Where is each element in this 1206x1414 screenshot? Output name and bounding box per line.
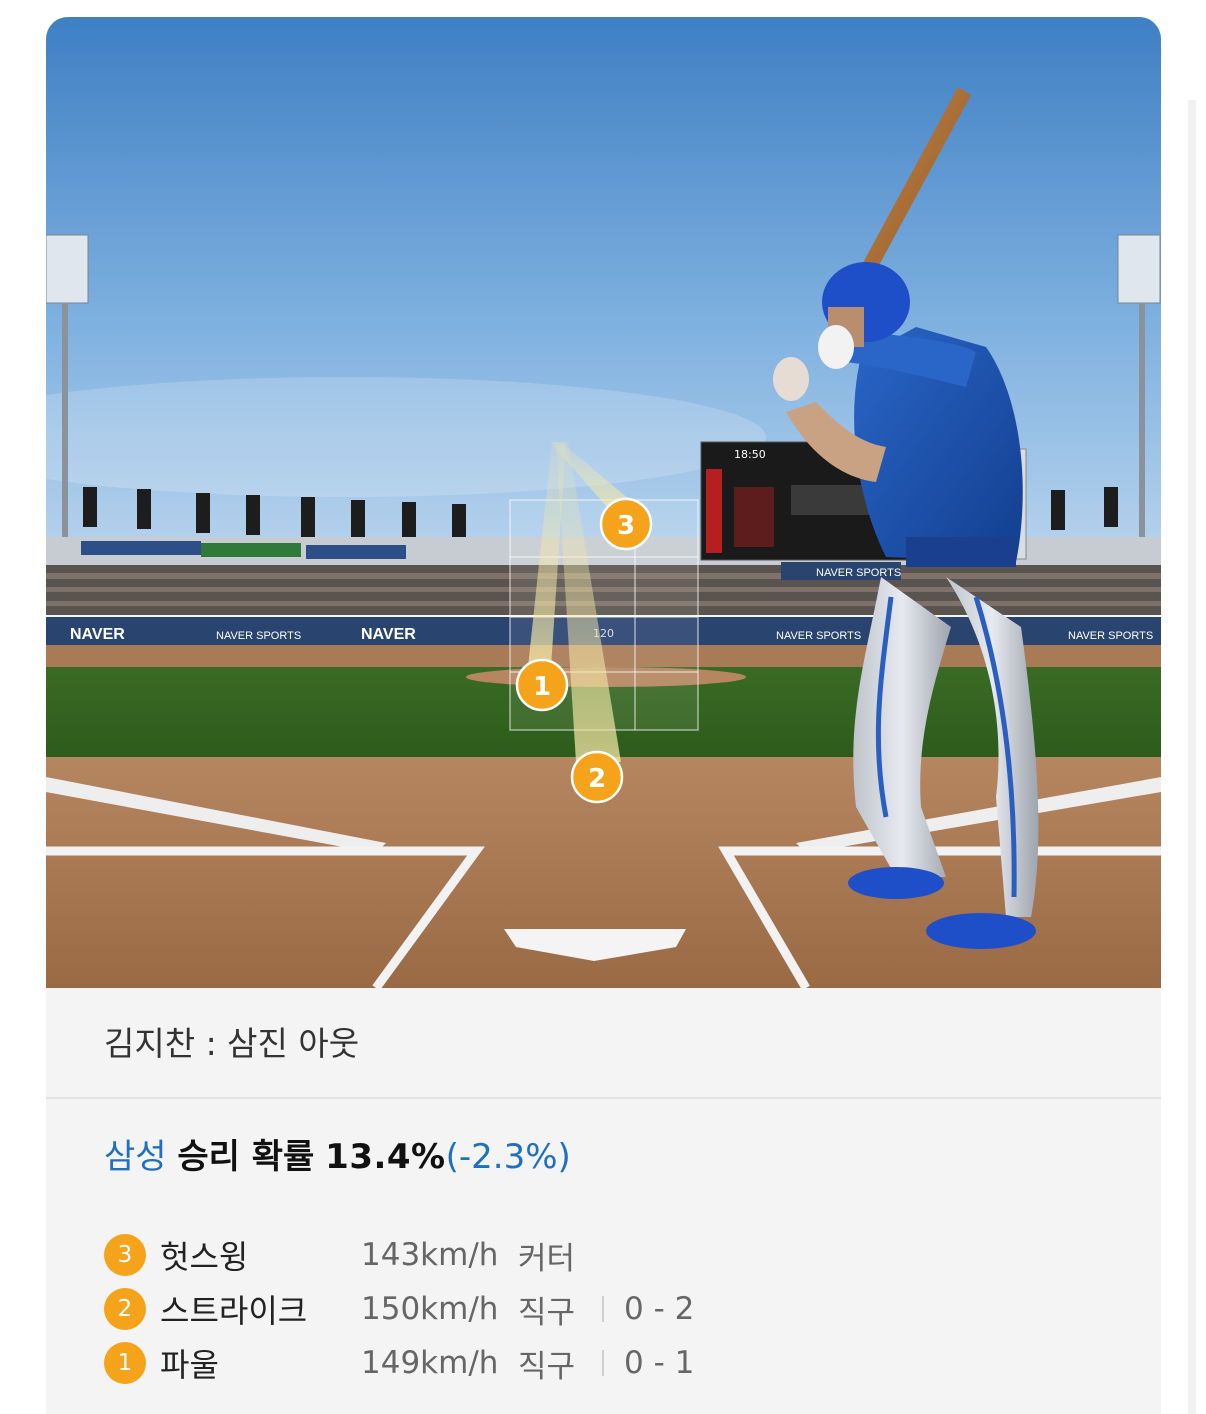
pitch-type: 커터 <box>518 1240 576 1277</box>
pitch-speed: 150km/h <box>361 1291 499 1327</box>
wall-banner-sports-2: NAVER SPORTS <box>776 630 861 642</box>
pitch-speed: 149km/h <box>361 1345 499 1381</box>
pitch-number-badge: 2 <box>104 1288 146 1330</box>
win-probability-delta: (-2.3%) <box>445 1137 571 1177</box>
pitch-count: 0 - 2 <box>624 1291 695 1327</box>
pitch-row-1: 1 파울 149km/h 직구 0 - 1 <box>104 1336 804 1390</box>
pitch-speed: 143km/h <box>361 1237 499 1273</box>
win-probability-value: 13.4% <box>325 1137 446 1177</box>
wall-banner-sports-4: NAVER SPORTS <box>816 567 901 579</box>
pitch-result: 스트라이크 <box>160 1292 308 1330</box>
win-probability: 삼성 승리 확률 13.4%(-2.3%) <box>104 1129 571 1178</box>
pitch-result: 파울 <box>160 1346 219 1384</box>
pitch-type: 직구 <box>518 1294 576 1331</box>
play-result-text: 김지찬 : 삼진 아웃 <box>104 1024 360 1063</box>
section-divider <box>46 1097 1161 1099</box>
play-card: 18:50 NAVER NAVER SPORTS NAVER NAVER SPO… <box>46 17 1161 1414</box>
pitch-marker-3-label: 3 <box>617 511 635 541</box>
pitch-row-2: 2 스트라이크 150km/h 직구 0 - 2 <box>104 1282 804 1336</box>
stadium-illustration: 18:50 NAVER NAVER SPORTS NAVER NAVER SPO… <box>46 17 1161 988</box>
pitch-marker-2-label: 2 <box>588 764 606 794</box>
wall-banner-sports-1: NAVER SPORTS <box>216 630 301 642</box>
count-separator <box>602 1296 604 1322</box>
count-separator <box>602 1350 604 1376</box>
scoreboard-time: 18:50 <box>734 448 766 461</box>
pitch-marker-3: 3 <box>599 497 653 551</box>
right-edge-rule <box>1188 100 1196 1414</box>
pitch-marker-2: 2 <box>570 750 624 804</box>
pitch-scene: 18:50 NAVER NAVER SPORTS NAVER NAVER SPO… <box>46 17 1161 988</box>
pitch-row-3: 3 헛스윙 143km/h 커터 <box>104 1228 804 1282</box>
wall-banner-sports-3: NAVER SPORTS <box>1068 630 1153 642</box>
pitch-list: 3 헛스윙 143km/h 커터 2 스트라이크 150km/h 직구 0 - … <box>104 1228 804 1390</box>
wall-banner-naver-2: NAVER <box>361 626 416 643</box>
pitch-result: 헛스윙 <box>160 1238 249 1276</box>
pitch-type: 직구 <box>518 1348 576 1385</box>
win-probability-team: 삼성 <box>104 1137 167 1177</box>
pitch-number-badge: 3 <box>104 1234 146 1276</box>
pitch-count: 0 - 1 <box>624 1345 695 1381</box>
pitch-number-badge: 1 <box>104 1342 146 1384</box>
wall-banner-naver-1: NAVER <box>70 626 125 643</box>
pitch-marker-1: 1 <box>515 658 569 712</box>
pitch-marker-1-label: 1 <box>533 672 551 702</box>
win-probability-label: 승리 확률 <box>177 1137 315 1177</box>
